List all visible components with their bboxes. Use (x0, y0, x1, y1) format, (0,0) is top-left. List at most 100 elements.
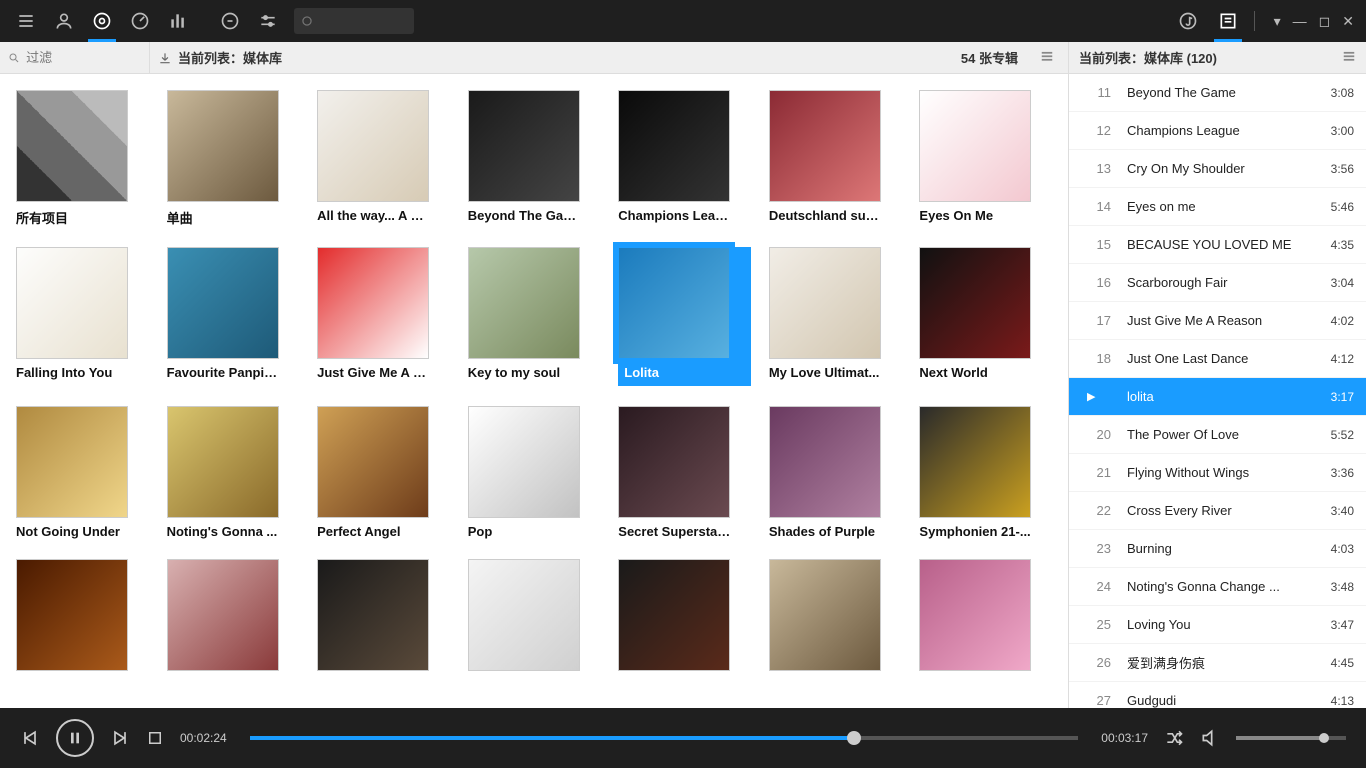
playlist-panel-icon[interactable] (1210, 0, 1246, 42)
volume-button[interactable] (1200, 728, 1220, 748)
album-item[interactable]: Shades of Purple (769, 406, 902, 539)
album-title: Falling Into You (16, 359, 128, 380)
album-title: Champions Leag... (618, 202, 730, 223)
album-item[interactable]: All the way... A D... (317, 90, 450, 227)
close-icon[interactable]: ✕ (1338, 13, 1358, 30)
album-item[interactable]: Favourite Panpip... (167, 247, 300, 386)
speed-icon[interactable] (122, 0, 158, 42)
album-item[interactable] (317, 559, 450, 677)
track-duration: 3:04 (1331, 276, 1354, 290)
album-item[interactable]: 单曲 (167, 90, 300, 227)
track-row[interactable]: 14Eyes on me5:46 (1069, 188, 1366, 226)
track-row[interactable]: 22Cross Every River3:40 (1069, 492, 1366, 530)
track-duration: 3:00 (1331, 124, 1354, 138)
track-row[interactable]: 20The Power Of Love5:52 (1069, 416, 1366, 454)
album-item[interactable]: Symphonien 21-... (919, 406, 1052, 539)
track-row[interactable]: 17Just Give Me A Reason4:02 (1069, 302, 1366, 340)
album-art (618, 247, 730, 359)
minimize-icon[interactable]: — (1289, 13, 1311, 29)
view-toggle-icon[interactable] (1034, 49, 1060, 66)
prev-button[interactable] (20, 728, 40, 748)
album-item[interactable]: My Love Ultimat... (769, 247, 902, 386)
album-item[interactable]: Just Give Me A R... (317, 247, 450, 386)
settings-sliders-icon[interactable] (250, 0, 286, 42)
playlist-view-toggle-icon[interactable] (1342, 49, 1356, 66)
album-item[interactable]: Pop (468, 406, 601, 539)
shuffle-button[interactable] (1164, 728, 1184, 748)
track-number: 21 (1081, 465, 1111, 480)
track-row[interactable]: 26爱到满身伤痕4:45 (1069, 644, 1366, 682)
track-row[interactable]: 24Noting's Gonna Change ...3:48 (1069, 568, 1366, 606)
equalizer-bars-icon[interactable] (160, 0, 196, 42)
track-row[interactable]: 21Flying Without Wings3:36 (1069, 454, 1366, 492)
download-icon[interactable] (158, 51, 172, 65)
disc-icon[interactable] (84, 0, 120, 42)
progress-bar[interactable] (250, 736, 1078, 740)
album-title: Not Going Under (16, 518, 128, 539)
track-row[interactable]: 27Gudgudi4:13 (1069, 682, 1366, 708)
track-row[interactable]: 11Beyond The Game3:08 (1069, 74, 1366, 112)
playlist-panel: 当前列表：媒体库 (120) 11Beyond The Game3:0812Ch… (1068, 42, 1366, 708)
album-item[interactable] (167, 559, 300, 677)
track-row[interactable]: 18Just One Last Dance4:12 (1069, 340, 1366, 378)
track-name: Scarborough Fair (1127, 275, 1331, 290)
track-duration: 3:17 (1331, 390, 1354, 404)
library-header: 当前列表：媒体库 54 张专辑 (0, 42, 1068, 74)
album-item[interactable] (16, 559, 149, 677)
album-art (317, 90, 429, 202)
album-item[interactable]: Lolita (618, 247, 751, 386)
track-name: Beyond The Game (1127, 85, 1331, 100)
menu-icon[interactable] (8, 0, 44, 42)
track-row[interactable]: 12Champions League3:00 (1069, 112, 1366, 150)
track-name: Flying Without Wings (1127, 465, 1331, 480)
album-item[interactable] (769, 559, 902, 677)
track-row[interactable]: 13Cry On My Shoulder3:56 (1069, 150, 1366, 188)
track-number: 27 (1081, 693, 1111, 708)
album-item[interactable]: Eyes On Me (919, 90, 1052, 227)
album-item[interactable] (919, 559, 1052, 677)
album-art (167, 247, 279, 359)
music-note-icon[interactable] (1170, 0, 1206, 42)
album-item[interactable] (618, 559, 751, 677)
album-item[interactable]: Not Going Under (16, 406, 149, 539)
album-grid: 所有项目单曲All the way... A D...Beyond The Ga… (0, 74, 1068, 708)
track-row[interactable]: 23Burning4:03 (1069, 530, 1366, 568)
tracklist[interactable]: 11Beyond The Game3:0812Champions League3… (1069, 74, 1366, 708)
track-duration: 3:56 (1331, 162, 1354, 176)
album-title (468, 671, 580, 677)
album-item[interactable]: Key to my soul (468, 247, 601, 386)
next-button[interactable] (110, 728, 130, 748)
track-row[interactable]: 25Loving You3:47 (1069, 606, 1366, 644)
play-pause-button[interactable] (56, 719, 94, 757)
user-icon[interactable] (46, 0, 82, 42)
album-item[interactable]: Noting's Gonna ... (167, 406, 300, 539)
album-item[interactable]: Next World (919, 247, 1052, 386)
album-item[interactable]: Beyond The Game (468, 90, 601, 227)
album-item[interactable]: Secret Superstar... (618, 406, 751, 539)
album-art (317, 247, 429, 359)
dropdown-icon[interactable]: ▾ (1270, 13, 1285, 30)
filter-input[interactable] (26, 50, 141, 65)
track-row[interactable]: 16Scarborough Fair3:04 (1069, 264, 1366, 302)
album-art (468, 559, 580, 671)
album-art (167, 90, 279, 202)
top-search[interactable] (294, 8, 414, 34)
total-time: 00:03:17 (1094, 731, 1148, 745)
album-art (16, 247, 128, 359)
album-item[interactable]: 所有项目 (16, 90, 149, 227)
record-icon[interactable] (212, 0, 248, 42)
track-row[interactable]: 19lolita3:17 (1069, 378, 1366, 416)
album-item[interactable]: Deutschland suc... (769, 90, 902, 227)
stop-button[interactable] (146, 729, 164, 747)
track-number: 18 (1081, 351, 1111, 366)
maximize-icon[interactable]: ◻ (1315, 13, 1335, 30)
album-item[interactable] (468, 559, 601, 677)
album-item[interactable]: Champions Leag... (618, 90, 751, 227)
album-title (919, 671, 1031, 677)
track-name: lolita (1127, 389, 1331, 404)
volume-slider[interactable] (1236, 736, 1346, 740)
track-row[interactable]: 15BECAUSE YOU LOVED ME4:35 (1069, 226, 1366, 264)
filter-box[interactable] (0, 42, 150, 73)
album-item[interactable]: Perfect Angel (317, 406, 450, 539)
album-item[interactable]: Falling Into You (16, 247, 149, 386)
